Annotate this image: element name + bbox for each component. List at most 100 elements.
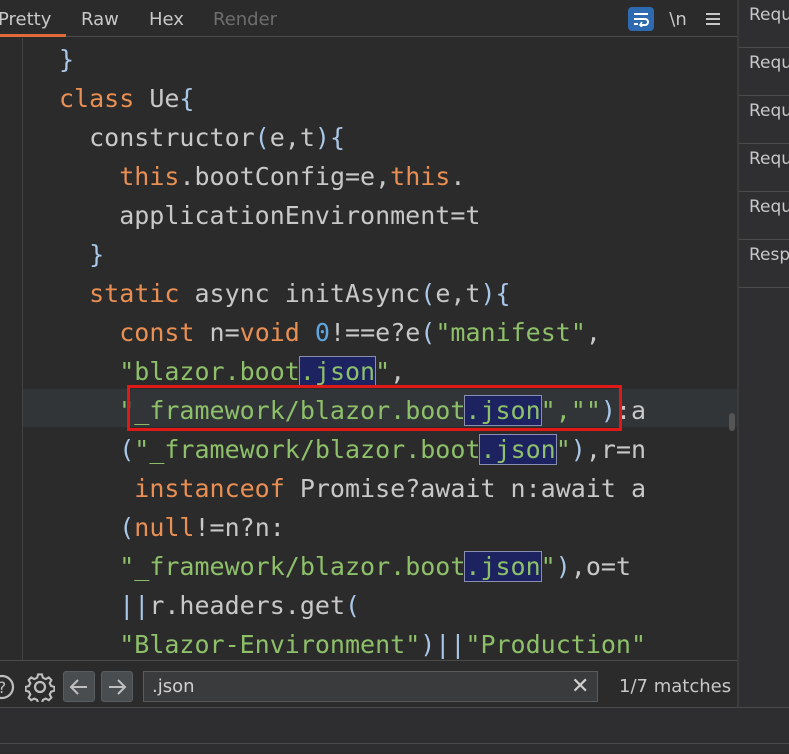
code-line: "_framework/blazor.boot.json"),o=t <box>59 547 631 586</box>
code-token: "_framework/blazor.boot <box>134 435 481 464</box>
code-token: n= <box>194 318 240 347</box>
code-token: "_framework/blazor.boot <box>119 552 466 581</box>
newline-toggle[interactable]: \n <box>668 7 688 31</box>
arrow-right-icon <box>109 678 127 695</box>
code-token: ( <box>119 435 135 464</box>
tab-raw[interactable]: Raw <box>81 9 119 30</box>
help-button[interactable]: ? <box>0 671 18 702</box>
next-match-button[interactable] <box>101 671 133 702</box>
message-viewer-panel: Pretty Raw Hex Render \n } class Ue{ cons… <box>0 0 737 707</box>
code-token: const <box>119 318 195 347</box>
search-bar: ? .json ✕ 1/7 matches <box>0 660 737 707</box>
search-match: .json <box>479 434 557 465</box>
code-token: null <box>134 513 195 542</box>
code-line: } <box>59 40 74 79</box>
code-editor[interactable]: } class Ue{ constructor(e,t){ this.bootCo… <box>0 38 737 660</box>
code-token: , <box>585 318 601 347</box>
code-line: ("_framework/blazor.boot.json"),r=n <box>59 430 646 469</box>
code-token: 0 <box>314 318 330 347</box>
code-token: ,r=n <box>585 435 647 464</box>
code-token: } <box>59 45 75 74</box>
code-token: e,t <box>269 123 315 152</box>
arrow-left-icon <box>69 678 87 695</box>
bottom-divider <box>0 743 789 754</box>
code-token: !=n?n: <box>194 513 285 542</box>
word-wrap-button[interactable] <box>628 7 654 31</box>
gutter-divider <box>22 38 23 660</box>
word-wrap-icon <box>634 13 649 27</box>
code-line: ||r.headers.get( <box>59 586 360 625</box>
code-token: .bootConfig=e, <box>179 162 391 191</box>
side-item-request-5[interactable]: Requ <box>739 192 789 240</box>
code-token: )|| <box>420 630 466 659</box>
code-token: void <box>239 318 300 347</box>
code-token: instanceof <box>134 474 285 503</box>
code-token: static <box>89 279 180 308</box>
code-token: class <box>59 84 135 113</box>
tab-render[interactable]: Render <box>213 9 277 30</box>
code-line: this.bootConfig=e,this. <box>59 157 465 196</box>
code-token: ( <box>119 513 135 542</box>
code-token: " <box>540 552 556 581</box>
side-item-request-2[interactable]: Requ <box>739 48 789 96</box>
inspector-side-panel: Requ Requ Requ Requ Requ Resp <box>737 0 789 707</box>
search-match: .json <box>298 356 377 387</box>
code-token: " <box>375 357 391 386</box>
tab-hex[interactable]: Hex <box>149 9 184 30</box>
side-item-response[interactable]: Resp <box>739 240 789 288</box>
gear-icon <box>25 672 55 702</box>
search-settings-button[interactable] <box>24 671 56 702</box>
code-line: applicationEnvironment=t <box>59 196 480 235</box>
previous-match-button[interactable] <box>63 671 95 702</box>
code-token: applicationEnvironment=t <box>59 201 481 230</box>
code-token: async initAsync <box>179 279 421 308</box>
code-line: (null!=n?n: <box>59 508 285 547</box>
code-token: constructor <box>59 123 255 152</box>
code-line: constructor(e,t){ <box>59 118 345 157</box>
code-token: ( <box>420 318 436 347</box>
code-line: "Blazor-Environment")||"Production" <box>59 625 646 660</box>
clear-icon[interactable]: ✕ <box>571 671 589 702</box>
code-line: static async initAsync(e,t){ <box>59 274 510 313</box>
code-line: const n=void 0!==e?e("manifest", <box>59 313 601 352</box>
code-line: instanceof Promise?await n:await a <box>59 469 646 508</box>
side-item-request-1[interactable]: Requ <box>739 0 789 48</box>
code-token: e,t <box>435 279 481 308</box>
code-token: " <box>555 435 571 464</box>
code-token: r.headers.get <box>149 591 345 620</box>
side-item-request-4[interactable]: Requ <box>739 144 789 192</box>
help-icon: ? <box>0 674 15 699</box>
code-token: this <box>390 162 451 191</box>
code-token: ){ <box>314 123 345 152</box>
code-token: Ue <box>134 84 180 113</box>
code-token: "manifest" <box>435 318 586 347</box>
side-item-request-3[interactable]: Requ <box>739 96 789 144</box>
code-token: "blazor.boot <box>119 357 300 386</box>
code-token: Promise?await n:await a <box>284 474 647 503</box>
hamburger-menu-icon[interactable] <box>703 7 723 31</box>
tab-pretty[interactable]: Pretty <box>0 9 51 30</box>
code-token: || <box>119 591 150 620</box>
vertical-scrollbar[interactable] <box>729 413 735 431</box>
search-match: .json <box>464 551 542 582</box>
code-line: } <box>59 235 104 274</box>
svg-text:?: ? <box>0 678 6 697</box>
search-input[interactable]: .json <box>143 671 598 702</box>
active-tab-indicator <box>0 34 66 37</box>
code-token: this <box>119 162 180 191</box>
code-token: , <box>390 357 406 386</box>
code-token: !==e?e <box>329 318 421 347</box>
code-token: "Production" <box>465 630 647 659</box>
code-token: ) <box>555 552 571 581</box>
code-token: ( <box>420 279 436 308</box>
